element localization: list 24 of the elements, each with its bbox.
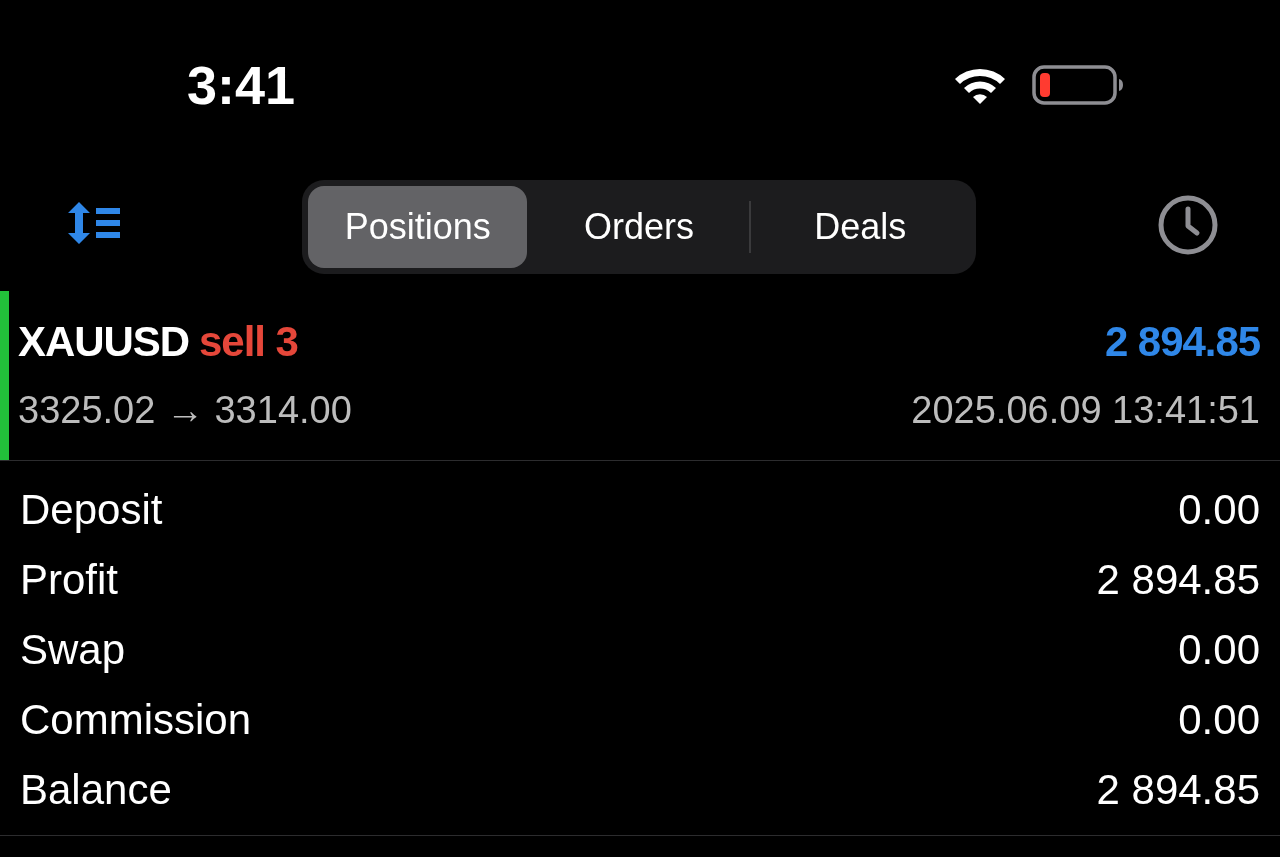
summary-value: 2 894.85 [1096, 769, 1260, 811]
summary-value: 0.00 [1178, 699, 1260, 741]
summary-value: 0.00 [1178, 629, 1260, 671]
order-label: sell 3 [199, 318, 298, 366]
summary-label: Commission [20, 699, 252, 741]
summary-value: 2 894.85 [1096, 559, 1260, 601]
tab[interactable]: Orders [529, 186, 749, 268]
clock-button[interactable] [1158, 195, 1218, 255]
summary-value: 0.00 [1178, 489, 1260, 531]
summary-label: Profit [20, 559, 119, 601]
sort-button[interactable] [66, 200, 120, 246]
summary-label: Deposit [20, 489, 163, 531]
summary-label: Swap [20, 629, 126, 671]
summary-label: Balance [20, 769, 172, 811]
tab[interactable]: Deals [750, 186, 970, 268]
sort-icon [66, 200, 120, 246]
tab[interactable]: Positions [308, 186, 528, 268]
price-range: 3325.02 → 3314.00 [18, 388, 352, 432]
status-time: 3:41 [186, 58, 296, 112]
clock-icon [1158, 195, 1218, 255]
symbol-label: XAUUSD [18, 318, 190, 366]
profit-value: 2 894.85 [1104, 318, 1260, 366]
open-time: 2025.06.09 13:41:51 [911, 388, 1260, 432]
battery-icon [1032, 65, 1124, 105]
